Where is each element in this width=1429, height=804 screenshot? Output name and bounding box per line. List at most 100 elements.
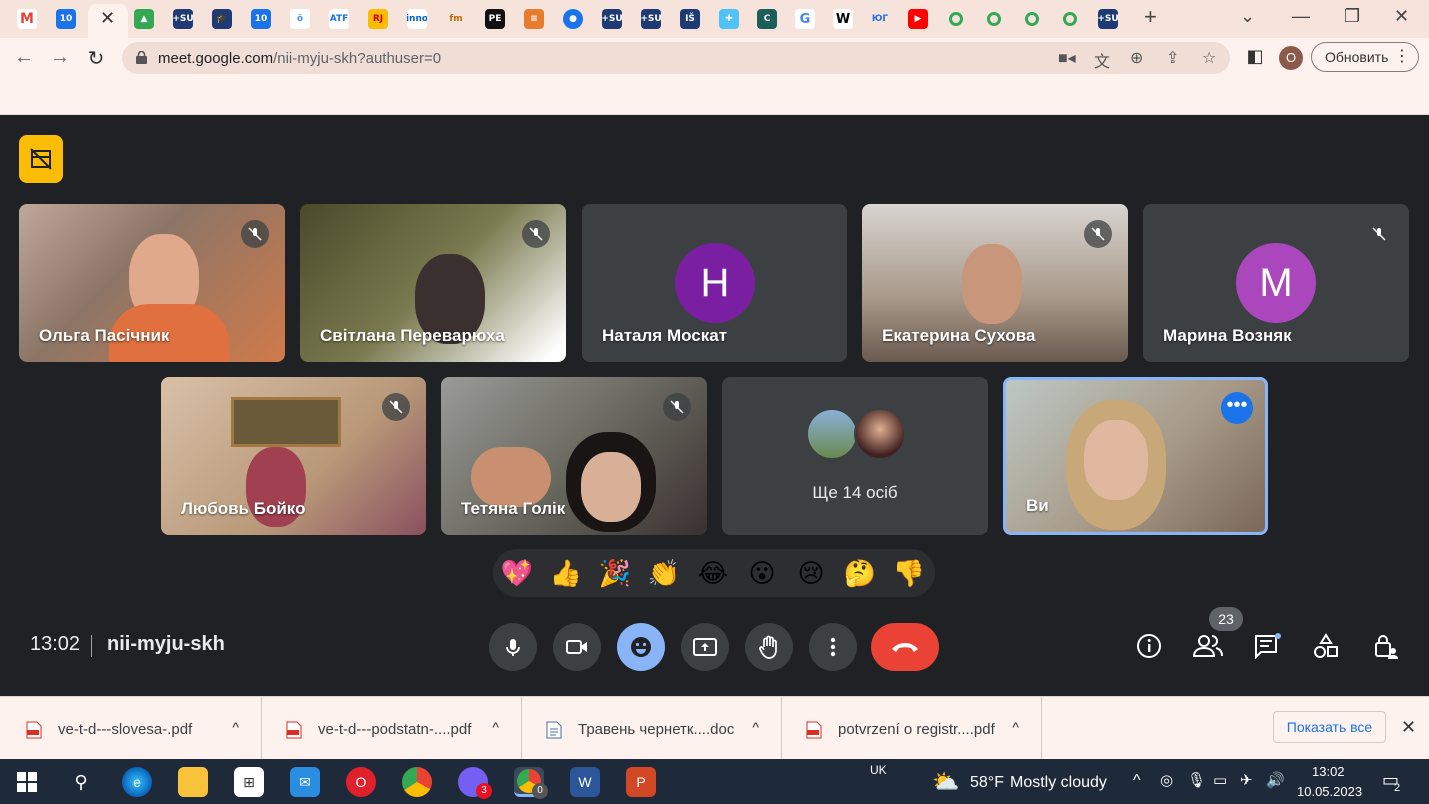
weather-temp[interactable]: 58°F bbox=[970, 774, 1004, 792]
tab-icon-su[interactable]: +SU bbox=[173, 9, 193, 29]
language-indicator[interactable]: UK bbox=[870, 763, 887, 777]
powerpoint-icon[interactable]: P bbox=[626, 767, 656, 797]
participant-tile[interactable]: М Марина Возняк bbox=[1143, 204, 1409, 362]
bookmark-star-icon[interactable]: ☆ bbox=[1202, 48, 1216, 68]
reaction-sad-button[interactable]: 😢 bbox=[793, 555, 829, 591]
raise-hand-button[interactable] bbox=[745, 623, 793, 671]
chrome-active-icon[interactable]: 0 bbox=[514, 767, 548, 799]
tab-icon-puzzle[interactable]: ✚ bbox=[719, 9, 739, 29]
reload-button[interactable]: ↻ bbox=[84, 46, 108, 71]
reaction-clap-button[interactable]: 👏 bbox=[646, 555, 682, 591]
file-explorer-icon[interactable] bbox=[178, 767, 208, 797]
chevron-up-icon[interactable]: ^ bbox=[1012, 719, 1019, 735]
gmail-tab-icon[interactable]: M bbox=[17, 9, 37, 29]
chevron-up-icon[interactable]: ^ bbox=[492, 719, 499, 735]
chevron-up-icon[interactable]: ^ bbox=[752, 719, 759, 735]
tab-icon-is[interactable]: IŠ bbox=[680, 9, 700, 29]
wikipedia-tab-icon[interactable]: W bbox=[833, 9, 853, 29]
reaction-thumbs-down-button[interactable]: 👎 bbox=[891, 555, 927, 591]
opera-icon[interactable]: O bbox=[346, 767, 376, 797]
tab-icon-cap[interactable]: 🎓 bbox=[212, 9, 232, 29]
window-close-button[interactable]: ✕ bbox=[1394, 6, 1409, 27]
tab-icon-green-4[interactable] bbox=[1060, 9, 1080, 29]
tab-search-icon[interactable]: ⌄ bbox=[1240, 6, 1255, 27]
url-text[interactable]: meet.google.com/nii-myju-skh?authuser=0 bbox=[158, 50, 441, 67]
chat-button[interactable] bbox=[1251, 630, 1283, 662]
download-item[interactable]: potvrzení o registr....pdf ^ bbox=[784, 697, 1042, 760]
taskbar-time[interactable]: 13:02 bbox=[1312, 764, 1345, 779]
tab-icon-fm[interactable]: fm bbox=[446, 9, 466, 29]
mail-icon[interactable]: ✉ bbox=[290, 767, 320, 797]
tab-icon-inno[interactable]: inno bbox=[407, 9, 427, 29]
reaction-party-button[interactable]: 🎉 bbox=[597, 555, 633, 591]
store-icon[interactable]: ⊞ bbox=[234, 767, 264, 797]
reaction-laugh-button[interactable]: 😂 bbox=[695, 555, 731, 591]
tab-icon-ling[interactable]: ö bbox=[290, 9, 310, 29]
back-button[interactable]: ← bbox=[12, 46, 36, 69]
people-button[interactable] bbox=[1192, 630, 1224, 662]
close-download-bar-icon[interactable]: ✕ bbox=[1401, 717, 1416, 738]
update-button[interactable]: Обновить ⋮ bbox=[1311, 42, 1419, 72]
camera-button[interactable] bbox=[553, 623, 601, 671]
volume-icon[interactable]: 🔊 bbox=[1266, 771, 1285, 789]
tab-icon-10b[interactable]: 10 bbox=[251, 9, 271, 29]
tab-icon-pe[interactable]: PE bbox=[485, 9, 505, 29]
chrome-icon[interactable] bbox=[402, 767, 432, 797]
minimize-button[interactable]: — bbox=[1292, 6, 1310, 27]
close-tab-icon[interactable]: ✕ bbox=[100, 8, 115, 29]
download-item[interactable]: ve-t-d---slovesa-.pdf ^ bbox=[4, 697, 262, 760]
reaction-thumbs-up-button[interactable]: 👍 bbox=[548, 555, 584, 591]
weather-icon[interactable]: ⛅ bbox=[932, 769, 959, 795]
tab-icon-10[interactable]: 10 bbox=[56, 9, 76, 29]
google-tab-icon[interactable]: G bbox=[795, 9, 815, 29]
reaction-heart-button[interactable]: 💖 bbox=[499, 555, 535, 591]
participant-tile[interactable]: Світлана Переварюха bbox=[300, 204, 566, 362]
tab-icon-stack[interactable]: ≡ bbox=[524, 9, 544, 29]
meeting-details-button[interactable] bbox=[1133, 630, 1165, 662]
more-participants-tile[interactable]: Ще 14 осіб bbox=[722, 377, 988, 535]
battery-icon[interactable]: ▭ bbox=[1213, 771, 1227, 789]
address-bar[interactable]: meet.google.com/nii-myju-skh?authuser=0 … bbox=[122, 42, 1230, 74]
chevron-up-icon[interactable]: ^ bbox=[232, 719, 239, 735]
activities-button[interactable] bbox=[1310, 630, 1342, 662]
no-video-badge[interactable] bbox=[19, 135, 63, 183]
maximize-button[interactable]: ❐ bbox=[1344, 6, 1360, 27]
more-options-button[interactable] bbox=[809, 623, 857, 671]
self-view-tile[interactable]: ••• Ви bbox=[1003, 377, 1268, 535]
participant-tile[interactable]: Екатерина Сухова bbox=[862, 204, 1128, 362]
word-icon[interactable]: W bbox=[570, 767, 600, 797]
host-controls-button[interactable] bbox=[1370, 630, 1402, 662]
reaction-thinking-button[interactable]: 🤔 bbox=[842, 555, 878, 591]
tab-icon-su-4[interactable]: +SU bbox=[1098, 9, 1118, 29]
camera-in-use-icon[interactable]: ■◂ bbox=[1058, 48, 1076, 68]
side-panel-icon[interactable]: ◧ bbox=[1243, 46, 1267, 67]
viber-icon[interactable]: 3 bbox=[458, 767, 492, 799]
network-icon[interactable]: ✈ bbox=[1240, 771, 1253, 789]
show-hidden-icons-chevron[interactable]: ^ bbox=[1133, 772, 1141, 790]
download-item[interactable]: Травень чернетк....doc ^ bbox=[524, 697, 782, 760]
reaction-surprised-button[interactable]: 😮 bbox=[744, 555, 780, 591]
tab-icon-rj[interactable]: RJ bbox=[368, 9, 388, 29]
show-all-downloads-button[interactable]: Показать все bbox=[1273, 711, 1386, 743]
tab-icon-green-1[interactable] bbox=[946, 9, 966, 29]
profile-avatar[interactable]: O bbox=[1279, 46, 1303, 70]
search-icon[interactable]: ⚲ bbox=[66, 767, 96, 797]
participant-tile[interactable]: Н Наталя Москат bbox=[582, 204, 847, 362]
forward-button[interactable]: → bbox=[48, 46, 72, 69]
tab-icon-atf[interactable]: ATF bbox=[329, 9, 349, 29]
tab-icon-chat[interactable]: ● bbox=[563, 9, 583, 29]
zoom-icon[interactable]: ⊕ bbox=[1130, 48, 1143, 68]
windows-start-icon[interactable] bbox=[12, 767, 42, 797]
edge-icon[interactable]: e bbox=[122, 767, 152, 797]
youtube-tab-icon[interactable]: ▶ bbox=[908, 9, 928, 29]
drive-tab-icon[interactable]: ▲ bbox=[134, 9, 154, 29]
download-item[interactable]: ve-t-d---podstatn-....pdf ^ bbox=[264, 697, 522, 760]
tab-icon-green-2[interactable] bbox=[984, 9, 1004, 29]
leave-call-button[interactable] bbox=[871, 623, 939, 671]
self-view-options-button[interactable]: ••• bbox=[1221, 392, 1253, 424]
present-screen-button[interactable] bbox=[681, 623, 729, 671]
taskbar-date[interactable]: 10.05.2023 bbox=[1297, 784, 1362, 799]
tab-icon-su-2[interactable]: +SU bbox=[602, 9, 622, 29]
translate-icon[interactable]: 文 bbox=[1094, 48, 1110, 72]
share-icon[interactable]: ⇪ bbox=[1166, 48, 1179, 68]
